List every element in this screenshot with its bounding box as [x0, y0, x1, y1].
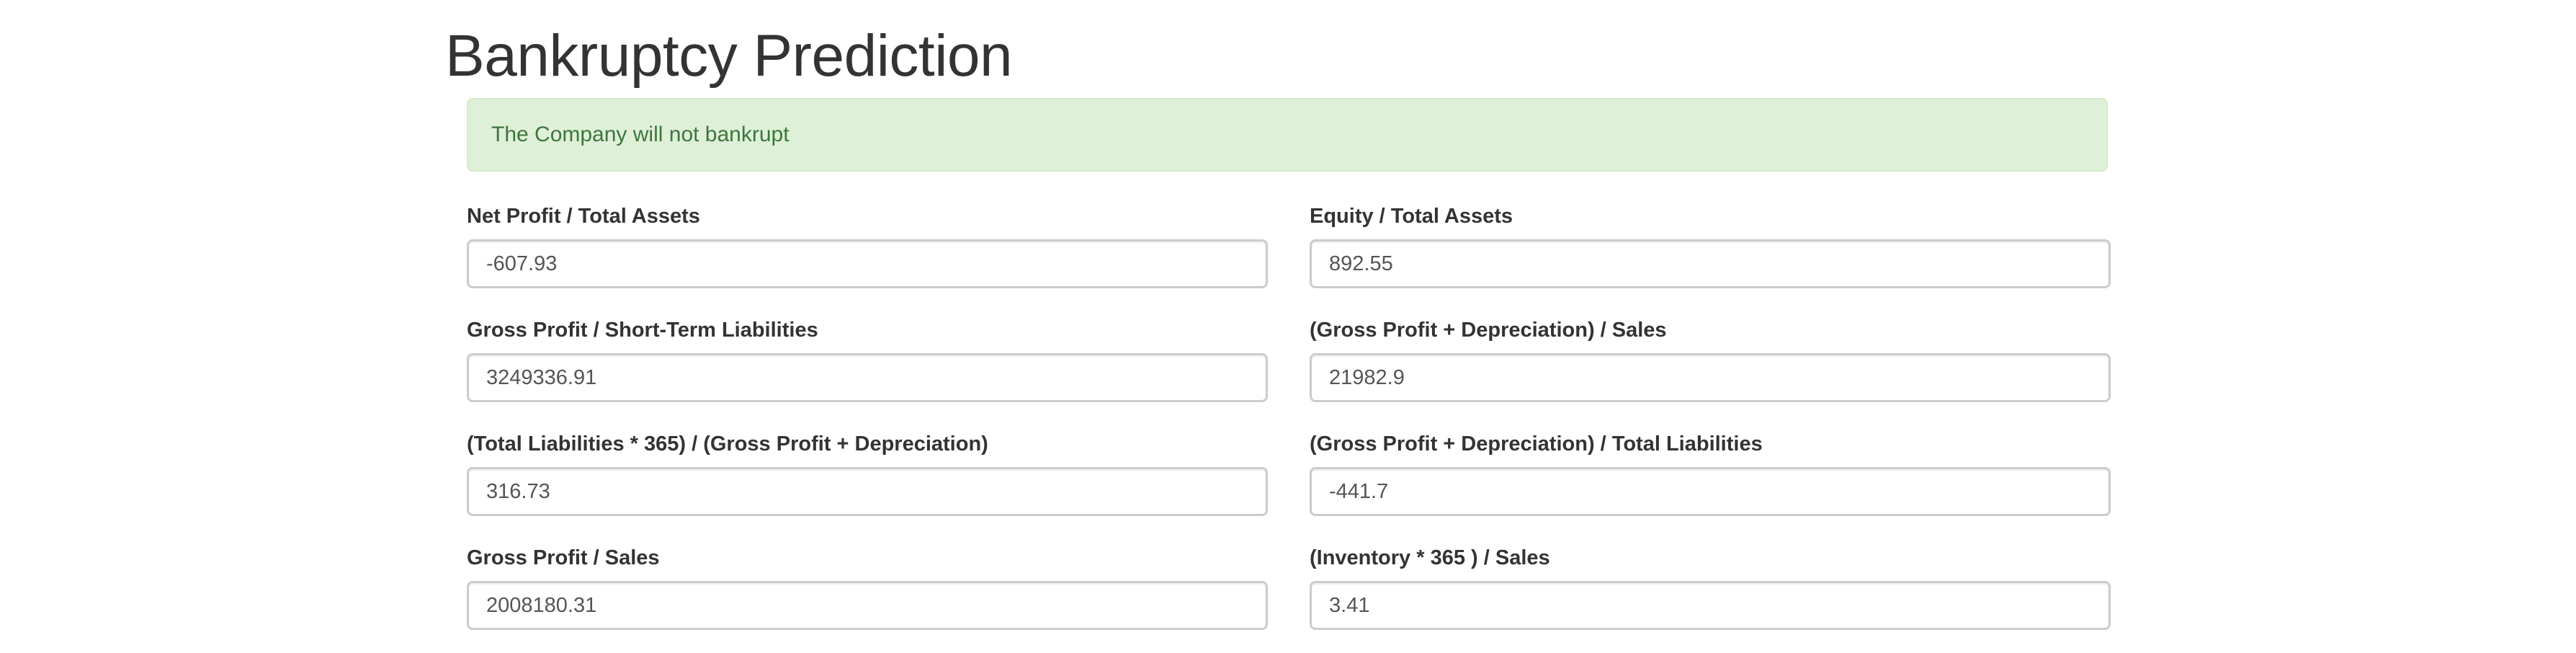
field-label: Net Profit / Total Assets [467, 205, 700, 228]
net-profit-total-assets-input[interactable] [467, 239, 1268, 288]
field-label: Equity / Total Assets [1310, 205, 1513, 228]
field-label: Gross Profit / Short-Term Liabilities [467, 319, 818, 342]
gross-profit-depreciation-total-liabilities-input[interactable] [1310, 467, 2111, 516]
field-gross-profit-depreciation-total-liabilities: (Gross Profit + Depreciation) / Total Li… [1310, 430, 2111, 516]
field-label: (Inventory * 365 ) / Sales [1310, 546, 1550, 569]
field-gross-profit-sales: Gross Profit / Sales [467, 543, 1268, 630]
field-inventory-365-sales: (Inventory * 365 ) / Sales [1310, 543, 2111, 630]
gross-profit-depreciation-sales-input[interactable] [1310, 353, 2111, 402]
gross-profit-sales-input[interactable] [467, 581, 1268, 630]
field-label: Gross Profit / Sales [467, 546, 660, 569]
field-equity-total-assets: Equity / Total Assets [1310, 202, 2111, 288]
field-net-profit-total-assets: Net Profit / Total Assets [467, 202, 1268, 288]
field-label: (Total Liabilities * 365) / (Gross Profi… [467, 432, 988, 456]
page: Bankruptcy Prediction The Company will n… [0, 0, 2576, 653]
field-gross-profit-depreciation-sales: (Gross Profit + Depreciation) / Sales [1310, 316, 2111, 402]
field-label: (Gross Profit + Depreciation) / Total Li… [1310, 432, 1763, 456]
gross-profit-short-term-liabilities-input[interactable] [467, 353, 1268, 402]
total-liabilities-365-input[interactable] [467, 467, 1268, 516]
equity-total-assets-input[interactable] [1310, 239, 2111, 288]
field-label: (Gross Profit + Depreciation) / Sales [1310, 319, 1667, 342]
prediction-result-alert: The Company will not bankrupt [467, 98, 2108, 172]
page-title: Bankruptcy Prediction [445, 23, 1013, 89]
field-total-liabilities-365-gross-profit-depreciation: (Total Liabilities * 365) / (Gross Profi… [467, 430, 1268, 516]
field-gross-profit-short-term-liabilities: Gross Profit / Short-Term Liabilities [467, 316, 1268, 402]
inventory-365-sales-input[interactable] [1310, 581, 2111, 630]
